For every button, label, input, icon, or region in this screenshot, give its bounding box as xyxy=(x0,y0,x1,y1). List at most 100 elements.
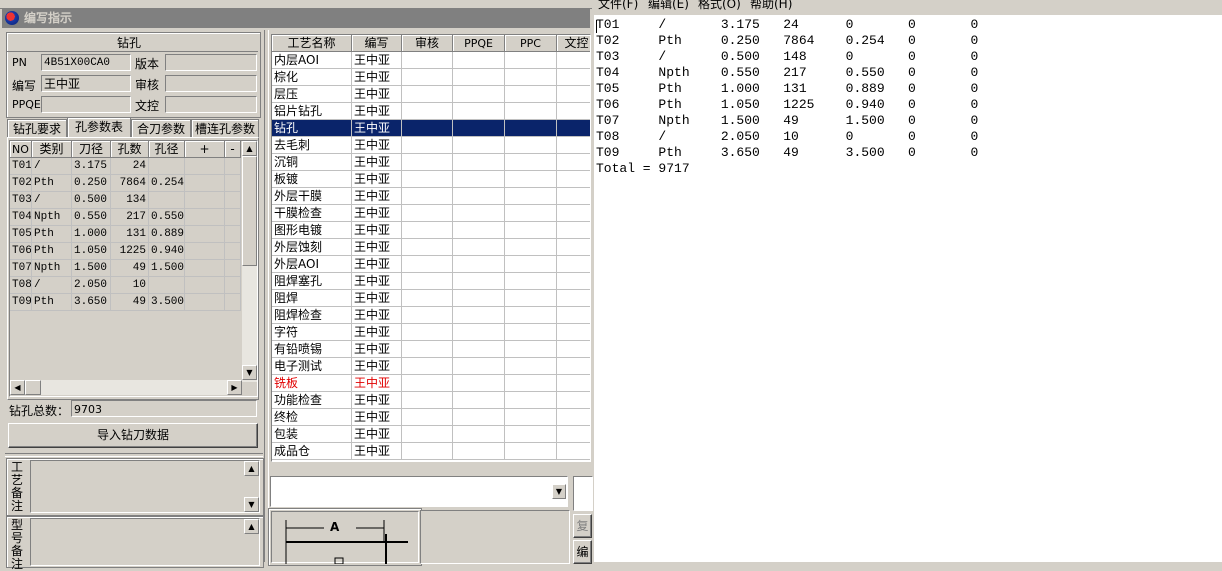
table-row[interactable]: T04 Npth 0.550 217 0.550 xyxy=(10,209,241,226)
process-author-cell[interactable]: 王中亚 xyxy=(352,120,402,137)
hole-table-hscroll[interactable]: ◀ ▶ xyxy=(10,380,242,395)
table-row[interactable]: 阻焊 王中亚 xyxy=(272,290,590,307)
hole-no-cell[interactable]: T03 xyxy=(10,192,32,209)
table-row[interactable]: 层压 王中亚 xyxy=(272,86,590,103)
table-row[interactable]: 沉铜 王中亚 xyxy=(272,154,590,171)
process-author-cell[interactable]: 王中亚 xyxy=(352,409,402,426)
minus-tol-cell[interactable] xyxy=(225,277,241,294)
process-doc-cell[interactable] xyxy=(557,222,590,239)
process-ppc-cell[interactable] xyxy=(505,443,557,460)
process-name-cell[interactable]: 去毛刺 xyxy=(272,137,352,154)
process-doc-cell[interactable] xyxy=(557,188,590,205)
process-ppqe-cell[interactable] xyxy=(453,392,505,409)
hole-no-cell[interactable]: T04 xyxy=(10,209,32,226)
process-ppc-cell[interactable] xyxy=(505,273,557,290)
process-doc-cell[interactable] xyxy=(557,409,590,426)
process-doc-cell[interactable] xyxy=(557,154,590,171)
process-ppqe-cell[interactable] xyxy=(453,52,505,69)
plus-tol-cell[interactable] xyxy=(185,260,225,277)
hole-table-vscroll[interactable]: ▲ ▼ xyxy=(242,141,257,382)
hole-dia-cell[interactable]: 0.254 xyxy=(149,175,185,192)
scroll-right-arrow-icon[interactable]: ▶ xyxy=(227,380,242,395)
tab-drill-requirements[interactable]: 钻孔要求 xyxy=(7,119,67,137)
hole-no-cell[interactable]: T01 xyxy=(10,158,32,175)
hole-count-cell[interactable]: 49 xyxy=(111,294,149,311)
process-ppc-cell[interactable] xyxy=(505,103,557,120)
hole-no-cell[interactable]: T05 xyxy=(10,226,32,243)
pn-field[interactable]: 4B51X00CA0 xyxy=(41,54,131,71)
plus-tol-cell[interactable] xyxy=(185,209,225,226)
col-header-minus[interactable]: - xyxy=(225,141,241,158)
process-name-cell[interactable]: 电子测试 xyxy=(272,358,352,375)
process-doc-cell[interactable] xyxy=(557,239,590,256)
process-name-cell[interactable]: 外层AOI xyxy=(272,256,352,273)
minus-tol-cell[interactable] xyxy=(225,294,241,311)
tab-hole-params[interactable]: 孔参数表 xyxy=(67,117,131,137)
splitter[interactable] xyxy=(264,30,269,562)
process-author-cell[interactable]: 王中亚 xyxy=(352,290,402,307)
process-review-cell[interactable] xyxy=(402,137,453,154)
process-review-cell[interactable] xyxy=(402,358,453,375)
plus-tol-cell[interactable] xyxy=(185,175,225,192)
tool-dia-cell[interactable]: 3.650 xyxy=(72,294,111,311)
process-doc-cell[interactable] xyxy=(557,103,590,120)
process-review-cell[interactable] xyxy=(402,188,453,205)
process-review-cell[interactable] xyxy=(402,222,453,239)
process-ppc-cell[interactable] xyxy=(505,188,557,205)
table-row[interactable]: T02 Pth 0.250 7864 0.254 xyxy=(10,175,241,192)
process-ppqe-cell[interactable] xyxy=(453,188,505,205)
process-doc-cell[interactable] xyxy=(557,137,590,154)
process-author-cell[interactable]: 王中亚 xyxy=(352,375,402,392)
side-field[interactable] xyxy=(573,476,593,511)
title-bar[interactable]: 编写指示 xyxy=(2,9,590,28)
menu-help[interactable]: 帮助(H) xyxy=(750,0,792,10)
process-ppc-cell[interactable] xyxy=(505,341,557,358)
hole-dia-cell[interactable]: 1.500 xyxy=(149,260,185,277)
process-review-cell[interactable] xyxy=(402,69,453,86)
hole-type-cell[interactable]: Pth xyxy=(32,294,72,311)
process-ppc-cell[interactable] xyxy=(505,256,557,273)
menu-file[interactable]: 文件(F) xyxy=(598,0,638,10)
table-row[interactable]: T09 Pth 3.650 49 3.500 xyxy=(10,294,241,311)
minus-tol-cell[interactable] xyxy=(225,209,241,226)
tool-dia-cell[interactable]: 1.000 xyxy=(72,226,111,243)
process-name-cell[interactable]: 成品仓 xyxy=(272,443,352,460)
tool-dia-cell[interactable]: 2.050 xyxy=(72,277,111,294)
table-row[interactable]: T03/0.500 134 xyxy=(10,192,241,209)
process-memo-textarea[interactable]: ▲ ▼ xyxy=(30,460,260,513)
plus-tol-cell[interactable] xyxy=(185,277,225,294)
table-row[interactable]: 铝片钻孔 王中亚 xyxy=(272,103,590,120)
process-author-cell[interactable]: 王中亚 xyxy=(352,154,402,171)
process-ppqe-cell[interactable] xyxy=(453,324,505,341)
process-doc-cell[interactable] xyxy=(557,171,590,188)
process-review-cell[interactable] xyxy=(402,324,453,341)
menu-format[interactable]: 格式(O) xyxy=(698,0,741,10)
tool-dia-cell[interactable]: 0.250 xyxy=(72,175,111,192)
process-ppqe-cell[interactable] xyxy=(453,239,505,256)
process-review-cell[interactable] xyxy=(402,443,453,460)
col-header-ppc[interactable]: PPC xyxy=(505,35,557,52)
process-ppqe-cell[interactable] xyxy=(453,86,505,103)
process-review-cell[interactable] xyxy=(402,103,453,120)
doc-control-field[interactable] xyxy=(165,96,257,113)
model-memo-textarea[interactable]: ▲ xyxy=(30,518,260,566)
process-ppc-cell[interactable] xyxy=(505,375,557,392)
table-row[interactable]: 钻孔 王中亚 xyxy=(272,120,590,137)
process-doc-cell[interactable] xyxy=(557,256,590,273)
process-ppc-cell[interactable] xyxy=(505,239,557,256)
hole-dia-cell[interactable] xyxy=(149,192,185,209)
process-name-cell[interactable]: 终检 xyxy=(272,409,352,426)
hole-type-cell[interactable]: Pth xyxy=(32,175,72,192)
import-drill-data-button[interactable]: 导入钻刀数据 xyxy=(8,423,258,448)
process-doc-cell[interactable] xyxy=(557,358,590,375)
col-header-review[interactable]: 审核 xyxy=(402,35,453,52)
col-header-hole-count[interactable]: 孔数 xyxy=(111,141,149,158)
process-doc-cell[interactable] xyxy=(557,392,590,409)
process-ppc-cell[interactable] xyxy=(505,120,557,137)
process-ppqe-cell[interactable] xyxy=(453,307,505,324)
table-row[interactable]: 外层AOI 王中亚 xyxy=(272,256,590,273)
minus-tol-cell[interactable] xyxy=(225,226,241,243)
notepad-text-area[interactable]: T01 / 3.175 24 0 0 0 T02 Pth 0.250 7864 0… xyxy=(594,17,1222,562)
hole-count-cell[interactable]: 10 xyxy=(111,277,149,294)
process-author-cell[interactable]: 王中亚 xyxy=(352,69,402,86)
